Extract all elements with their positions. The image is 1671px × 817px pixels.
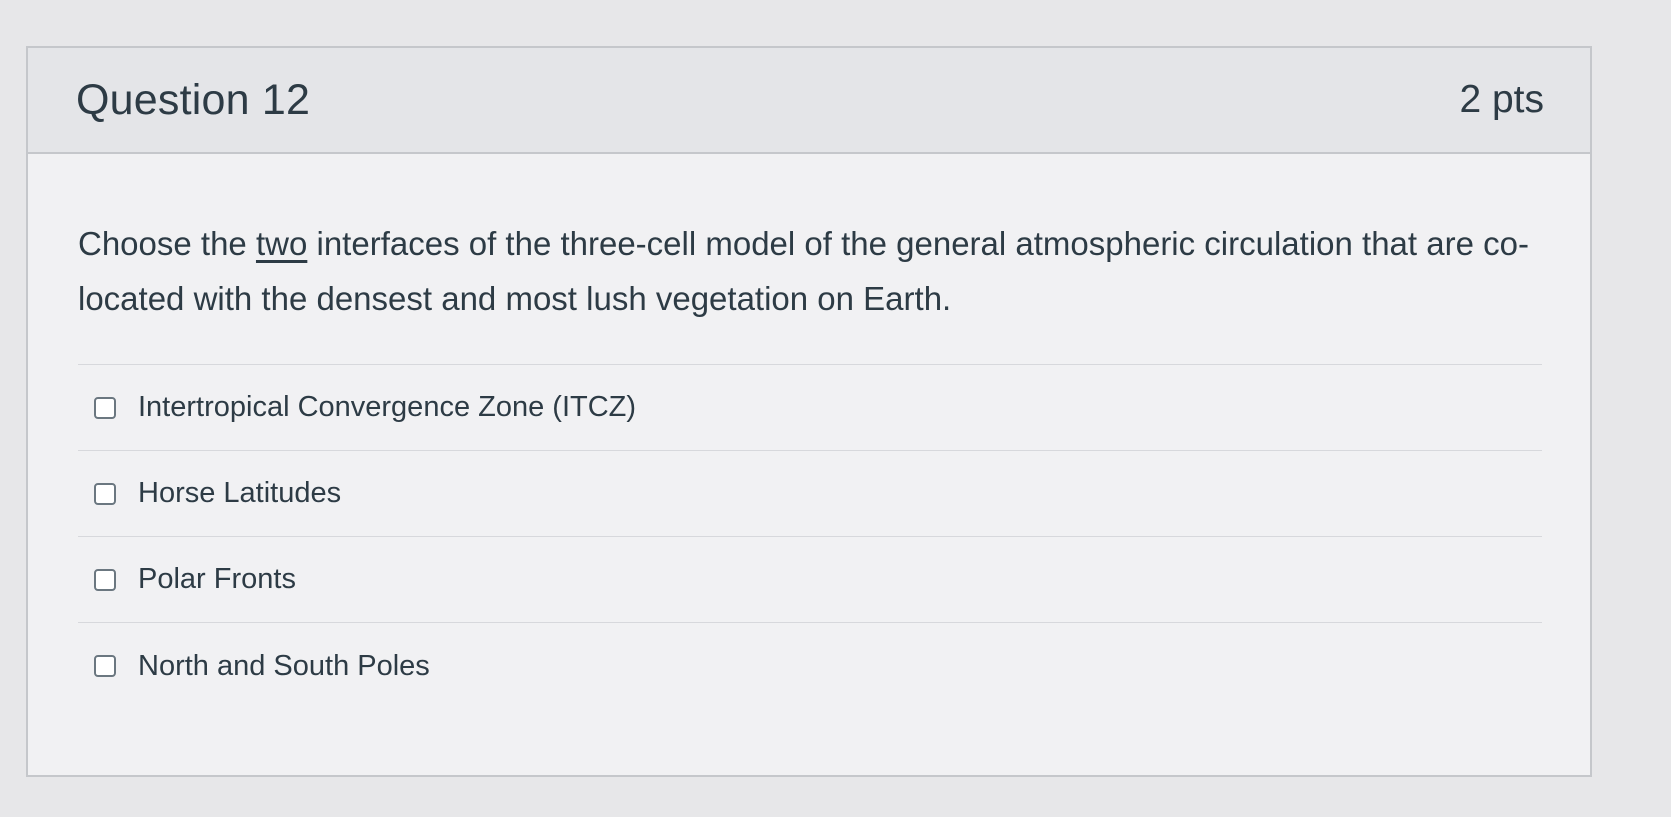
answer-checkbox[interactable]	[94, 396, 116, 419]
answer-option-horse-latitudes[interactable]: Horse Latitudes	[78, 451, 1542, 537]
question-header: Question 12 2 pts	[28, 48, 1590, 154]
answer-option-itcz[interactable]: Intertropical Convergence Zone (ITCZ)	[78, 365, 1542, 451]
question-text-start: Choose the	[78, 225, 256, 262]
answer-option-polar-fronts[interactable]: Polar Fronts	[78, 537, 1542, 623]
answer-label: Intertropical Convergence Zone (ITCZ)	[138, 391, 637, 423]
question-text: Choose the two interfaces of the three-c…	[78, 216, 1542, 326]
answer-checkbox[interactable]	[94, 655, 116, 677]
question-card: Question 12 2 pts Choose the two interfa…	[26, 46, 1592, 777]
question-points: 2 pts	[1459, 78, 1544, 121]
question-title: Question 12	[76, 75, 311, 124]
answer-checkbox[interactable]	[94, 482, 116, 505]
answer-label: Polar Fronts	[138, 563, 296, 595]
answer-checkbox[interactable]	[94, 568, 116, 591]
question-body: Choose the two interfaces of the three-c…	[28, 154, 1590, 709]
answer-list: Intertropical Convergence Zone (ITCZ) Ho…	[78, 364, 1542, 709]
answer-label: North and South Poles	[138, 649, 430, 682]
question-text-emphasis: two	[255, 225, 308, 262]
answer-option-poles[interactable]: North and South Poles	[78, 623, 1542, 709]
answer-label: Horse Latitudes	[138, 477, 342, 509]
